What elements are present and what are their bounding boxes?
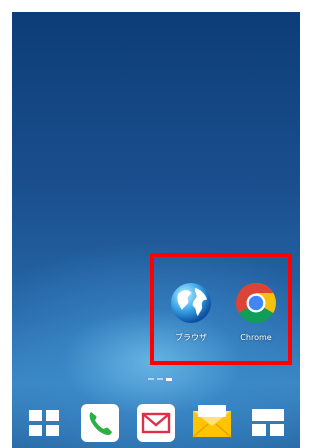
email-envelope-icon[interactable] xyxy=(190,401,234,445)
dock xyxy=(12,397,300,448)
mail-icon[interactable] xyxy=(134,401,178,445)
browser-globe-icon xyxy=(171,283,211,323)
page-dot xyxy=(148,378,154,380)
chrome-app-label: Chrome xyxy=(240,333,272,342)
home-screen: ブラウザ Chrome xyxy=(12,12,300,448)
widget-list-icon[interactable] xyxy=(246,401,290,445)
browser-app-label: ブラウザ xyxy=(175,333,207,342)
app-drawer-icon[interactable] xyxy=(22,401,66,445)
page-indicator xyxy=(148,378,172,382)
chrome-icon xyxy=(236,283,276,323)
browser-app[interactable]: ブラウザ xyxy=(161,280,221,343)
page-dot-current xyxy=(166,378,172,381)
phone-icon[interactable] xyxy=(78,401,122,445)
chrome-app[interactable]: Chrome xyxy=(226,280,286,343)
page-dot xyxy=(157,378,163,380)
